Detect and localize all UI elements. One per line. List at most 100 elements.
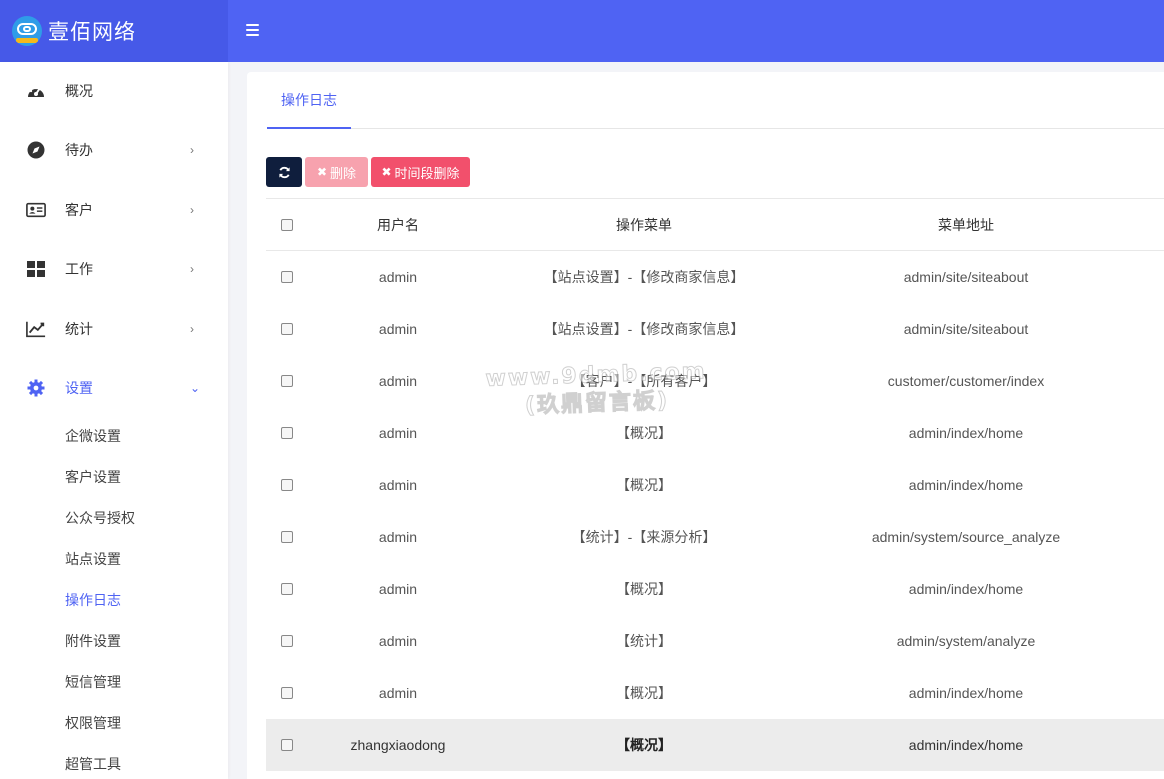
row-checkbox[interactable] xyxy=(281,583,293,595)
time-range-delete-label: 时间段删除 xyxy=(394,165,460,181)
cell-url: admin/index/home xyxy=(908,685,1024,701)
cell-menu: 【概况】 xyxy=(616,477,672,493)
cell-username: zhangxiaodong xyxy=(350,737,446,753)
table-row[interactable]: admin 【统计】 admin/system/analyze xyxy=(266,615,1164,667)
sidebar-sub-permission-management[interactable]: 权限管理 xyxy=(65,713,121,733)
cell-username: admin xyxy=(378,633,418,649)
menu-toggle-icon[interactable] xyxy=(246,24,259,36)
chevron-right-icon: › xyxy=(190,143,194,157)
grid-icon xyxy=(26,259,46,279)
tab-bar: 操作日志 xyxy=(267,72,1164,129)
sidebar-item-todo[interactable]: 待办 › xyxy=(0,130,228,170)
sidebar-item-label: 统计 xyxy=(65,321,93,337)
tab-operation-log[interactable]: 操作日志 xyxy=(267,72,351,129)
sidebar-item-work[interactable]: 工作 › xyxy=(0,249,228,289)
log-table: 用户名 操作菜单 菜单地址 admin 【站点设置】-【修改商家信息】 admi… xyxy=(266,198,1164,771)
dashboard-icon xyxy=(26,81,46,101)
table-row[interactable]: admin 【统计】-【来源分析】 admin/system/source_an… xyxy=(266,511,1164,563)
row-checkbox[interactable] xyxy=(281,687,293,699)
brand[interactable]: 壹佰网络 xyxy=(0,0,228,62)
close-icon: ✖ xyxy=(381,165,392,179)
sidebar-sub-sms-management[interactable]: 短信管理 xyxy=(65,672,121,692)
cell-username: admin xyxy=(378,269,418,285)
sidebar: 概况 待办 › 客户 › 工作 › 统计 › 设置 ⌄ 企微设置 客户设置 公众… xyxy=(0,62,228,779)
cell-menu: 【概况】 xyxy=(616,737,672,753)
gear-icon xyxy=(26,378,46,398)
row-checkbox[interactable] xyxy=(281,271,293,283)
sidebar-sub-attachment-settings[interactable]: 附件设置 xyxy=(65,631,121,651)
cell-username: admin xyxy=(378,321,418,337)
row-checkbox[interactable] xyxy=(281,375,293,387)
sidebar-item-label: 概况 xyxy=(65,83,93,99)
header-menu: 操作菜单 xyxy=(616,217,672,233)
table-row[interactable]: admin 【概况】 admin/index/home xyxy=(266,667,1164,719)
delete-button[interactable]: ✖ 删除 xyxy=(305,157,368,187)
refresh-icon xyxy=(278,166,290,178)
line-chart-icon xyxy=(26,319,46,339)
refresh-button[interactable] xyxy=(266,157,302,187)
cell-username: admin xyxy=(378,373,418,389)
sidebar-item-label: 设置 xyxy=(65,380,93,396)
cell-menu: 【站点设置】-【修改商家信息】 xyxy=(543,269,745,285)
sidebar-sub-operation-log[interactable]: 操作日志 xyxy=(65,590,121,610)
sidebar-item-settings[interactable]: 设置 ⌄ xyxy=(0,368,228,408)
cell-url: customer/customer/index xyxy=(887,373,1045,389)
cell-url: admin/system/source_analyze xyxy=(871,529,1061,545)
content-card: 操作日志 ✖ 删除 ✖ 时间段删除 用户名 操作菜单 菜单地址 admin 【站… xyxy=(247,72,1164,779)
row-checkbox[interactable] xyxy=(281,479,293,491)
cell-username: admin xyxy=(378,425,418,441)
chevron-right-icon: › xyxy=(190,203,194,217)
cell-url: admin/index/home xyxy=(908,737,1024,753)
header-username: 用户名 xyxy=(377,217,419,233)
cell-url: admin/index/home xyxy=(908,581,1024,597)
row-checkbox[interactable] xyxy=(281,739,293,751)
table-row[interactable]: admin 【站点设置】-【修改商家信息】 admin/site/siteabo… xyxy=(266,251,1164,303)
table-row[interactable]: admin 【概况】 admin/index/home xyxy=(266,407,1164,459)
table-row[interactable]: admin 【概况】 admin/index/home xyxy=(266,563,1164,615)
sidebar-sub-superadmin-tools[interactable]: 超管工具 xyxy=(65,754,121,774)
sidebar-sub-wecom-settings[interactable]: 企微设置 xyxy=(65,426,121,446)
table-row[interactable]: admin 【客户】-【所有客户】 customer/customer/inde… xyxy=(266,355,1164,407)
cell-menu: 【概况】 xyxy=(616,685,672,701)
cell-menu: 【站点设置】-【修改商家信息】 xyxy=(543,321,745,337)
sidebar-sub-customer-settings[interactable]: 客户设置 xyxy=(65,467,121,487)
sidebar-item-customer[interactable]: 客户 › xyxy=(0,190,228,230)
cell-url: admin/site/siteabout xyxy=(903,321,1029,337)
chevron-right-icon: › xyxy=(190,262,194,276)
table-row[interactable]: admin 【站点设置】-【修改商家信息】 admin/site/siteabo… xyxy=(266,303,1164,355)
top-bar: 壹佰网络 xyxy=(0,0,1164,62)
id-card-icon xyxy=(26,200,46,220)
cell-username: admin xyxy=(378,529,418,545)
cell-url: admin/index/home xyxy=(908,425,1024,441)
table-row[interactable]: admin 【概况】 admin/index/home xyxy=(266,459,1164,511)
table-header: 用户名 操作菜单 菜单地址 xyxy=(266,199,1164,251)
row-checkbox[interactable] xyxy=(281,635,293,647)
row-checkbox[interactable] xyxy=(281,323,293,335)
cell-menu: 【概况】 xyxy=(616,581,672,597)
chevron-down-icon: ⌄ xyxy=(190,381,201,395)
sidebar-item-label: 客户 xyxy=(65,202,93,218)
compass-icon xyxy=(26,140,46,160)
select-all-checkbox[interactable] xyxy=(281,219,293,231)
row-checkbox[interactable] xyxy=(281,531,293,543)
table-row[interactable]: zhangxiaodong 【概况】 admin/index/home xyxy=(266,719,1164,771)
cell-username: admin xyxy=(378,477,418,493)
sidebar-item-label: 待办 xyxy=(65,142,93,158)
sidebar-sub-site-settings[interactable]: 站点设置 xyxy=(65,549,121,569)
sidebar-sub-official-account-auth[interactable]: 公众号授权 xyxy=(65,508,135,528)
delete-button-label: 删除 xyxy=(330,165,357,181)
sidebar-item-overview[interactable]: 概况 xyxy=(0,71,228,111)
time-range-delete-button[interactable]: ✖ 时间段删除 xyxy=(371,157,470,187)
cell-username: admin xyxy=(378,685,418,701)
brand-name: 壹佰网络 xyxy=(48,21,136,44)
close-icon: ✖ xyxy=(316,165,328,179)
cell-url: admin/site/siteabout xyxy=(903,269,1029,285)
chevron-right-icon: › xyxy=(190,322,194,336)
sidebar-item-statistics[interactable]: 统计 › xyxy=(0,309,228,349)
row-checkbox[interactable] xyxy=(281,427,293,439)
logo-icon xyxy=(12,16,42,46)
cell-username: admin xyxy=(378,581,418,597)
watermark: www.9dmb.com (玖鼎留言板) xyxy=(485,358,708,422)
cell-menu: 【统计】 xyxy=(616,633,672,649)
cell-url: admin/system/analyze xyxy=(896,633,1036,649)
